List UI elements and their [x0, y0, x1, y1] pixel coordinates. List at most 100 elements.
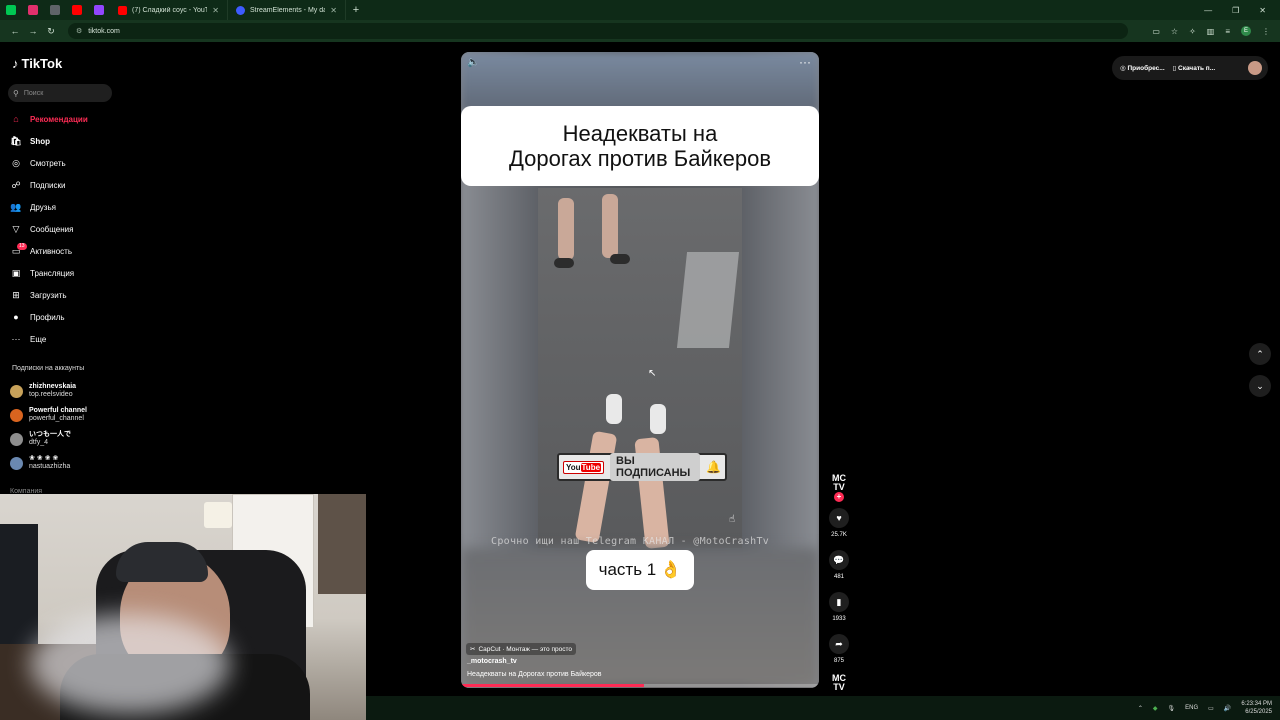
- shoe: [610, 254, 630, 264]
- sidebar-item[interactable]: ··· Еще: [10, 328, 118, 350]
- site-info-icon[interactable]: ⚙: [76, 27, 82, 35]
- capcut-tag[interactable]: ✂ CapCut · Монтаж — это просто: [466, 643, 576, 655]
- pinned-tab[interactable]: [0, 0, 22, 20]
- volume-tray-icon[interactable]: 🔊: [1224, 705, 1231, 712]
- more-options-icon[interactable]: ···: [799, 55, 811, 69]
- close-window-button[interactable]: ✕: [1259, 6, 1266, 15]
- compass-icon: ◎: [12, 157, 20, 168]
- ok-hand-icon: 👌: [660, 560, 682, 579]
- cast-icon[interactable]: ▭: [1152, 27, 1160, 36]
- comment-action[interactable]: 💬 481: [826, 550, 852, 580]
- live-icon: ▣: [11, 267, 21, 278]
- sidebar-item[interactable]: ▣ Трансляция: [10, 262, 118, 284]
- browser-profile-avatar[interactable]: E: [1241, 26, 1251, 36]
- sound-avatar[interactable]: MC TV: [826, 674, 852, 692]
- sidebar-item[interactable]: ▭ 13 Активность: [10, 240, 118, 262]
- wc-smoke: [30, 614, 230, 714]
- downloads-icon[interactable]: ≡: [1225, 27, 1230, 36]
- subscription-item[interactable]: Powerful channel powerful_channel: [10, 403, 118, 427]
- sidebar-item[interactable]: ▽ Сообщения: [10, 218, 118, 240]
- sidebar-item[interactable]: ☍ Подписки: [10, 174, 118, 196]
- sidebar-item-label: Друзья: [30, 202, 56, 212]
- heart-icon[interactable]: ♥: [829, 508, 849, 528]
- video-player[interactable]: Неадекваты на Дорогах против Байкеров Yo…: [461, 52, 819, 688]
- sidebar-item-label: Профиль: [30, 312, 65, 322]
- bookmark-icon[interactable]: ▮: [829, 592, 849, 612]
- subscriptions-title: Подписки на аккаунты: [12, 365, 85, 372]
- clock[interactable]: 6:23:34 PM 6/25/2025: [1241, 700, 1272, 716]
- subscription-item[interactable]: ❀ ❀ ❀ ❀ nastuazhizha: [10, 451, 118, 475]
- tiktok-sidebar: ♪ TikTok ⚲ Поиск ⌂ Рекомендации 🛍 Shop ◎ Смот…: [0, 44, 120, 504]
- close-icon[interactable]: ✕: [212, 6, 219, 15]
- video-progress-bar[interactable]: [461, 684, 819, 687]
- streamelements-icon: [236, 5, 245, 15]
- share-icon[interactable]: ➦: [829, 634, 849, 654]
- pinned-tab[interactable]: [88, 0, 110, 20]
- sidebar-item[interactable]: 👥 Друзья: [10, 196, 118, 218]
- share-action[interactable]: ➦ 875: [826, 634, 852, 664]
- tray-chevron-icon[interactable]: ⌃: [1138, 705, 1143, 712]
- back-icon[interactable]: ←: [6, 26, 24, 36]
- webcam-overlay: [0, 494, 366, 720]
- previous-video-button[interactable]: ⌃: [1249, 343, 1271, 365]
- subscriptions-list: zhizhnevskaia top.reelsvideo Powerful chan…: [10, 379, 118, 475]
- like-action[interactable]: ♥ 25.7K: [826, 508, 852, 538]
- clock-time: 6:23:34 PM: [1241, 701, 1272, 707]
- comment-icon[interactable]: 💬: [829, 550, 849, 570]
- url-text: tiktok.com: [88, 27, 120, 35]
- user-avatar[interactable]: [1248, 61, 1262, 75]
- extensions-icon[interactable]: ✧: [1189, 27, 1196, 36]
- sidebar-item[interactable]: 🛍 Shop: [10, 130, 118, 152]
- sidebar-item-label: Смотреть: [30, 158, 66, 168]
- hand-cursor-icon: ☝: [729, 514, 736, 525]
- messages-icon: ▽: [12, 223, 20, 234]
- avatar: [10, 432, 23, 446]
- save-action[interactable]: ▮ 1933: [826, 592, 852, 622]
- sidebar-nav: ⌂ Рекомендации 🛍 Shop ◎ Смотреть ☍ Подписки 👥 Дру…: [10, 108, 118, 350]
- forward-icon[interactable]: →: [24, 26, 42, 36]
- subscription-name: ❀ ❀ ❀ ❀: [29, 455, 59, 462]
- network-icon[interactable]: ▭: [1208, 705, 1214, 712]
- subscription-handle: dtfy_4: [29, 439, 49, 446]
- avatar: [10, 408, 23, 422]
- pinned-tab[interactable]: [22, 0, 44, 20]
- sidebar-item-label: Сообщения: [30, 224, 74, 234]
- menu-icon[interactable]: ⋮: [1262, 27, 1270, 36]
- bookmark-star-icon[interactable]: ☆: [1171, 27, 1178, 36]
- browser-tab-youtube[interactable]: (7) Сладкий соус - YouTube ✕: [110, 0, 228, 20]
- video-author[interactable]: _motocrash_tv: [467, 658, 517, 665]
- subscription-handle: nastuazhizha: [29, 463, 71, 470]
- microphone-icon[interactable]: 🎙: [1168, 705, 1176, 712]
- get-coins-button[interactable]: ◎ Приобрес...: [1120, 64, 1165, 72]
- pinned-tab[interactable]: [44, 0, 66, 20]
- new-tab-button[interactable]: +: [346, 4, 366, 16]
- sidebar-item[interactable]: ⊞ Загрузить: [10, 284, 118, 306]
- search-input[interactable]: ⚲ Поиск: [8, 84, 112, 102]
- sidebar-icon[interactable]: ▥: [1207, 27, 1215, 36]
- like-count: 25.7K: [831, 532, 847, 538]
- language-indicator[interactable]: ENG: [1185, 705, 1198, 711]
- download-app-button[interactable]: ▯ Скачать п...: [1173, 64, 1216, 72]
- subscription-name: Powerful channel: [29, 407, 87, 414]
- close-icon[interactable]: ✕: [330, 6, 337, 15]
- search-icon: ⚲: [13, 88, 19, 98]
- pinned-tab[interactable]: [66, 0, 88, 20]
- subscription-item[interactable]: zhizhnevskaia top.reelsvideo: [10, 379, 118, 403]
- tray-app-icon[interactable]: ◆: [1153, 705, 1158, 712]
- youtube-icon: [118, 5, 127, 15]
- url-field[interactable]: ⚙ tiktok.com: [68, 23, 1128, 39]
- minimize-button[interactable]: —: [1204, 6, 1212, 15]
- sidebar-item[interactable]: ● Профиль: [10, 306, 118, 328]
- next-video-button[interactable]: ⌄: [1249, 375, 1271, 397]
- sidebar-item[interactable]: ◎ Смотреть: [10, 152, 118, 174]
- tiktok-logo[interactable]: ♪ TikTok: [12, 56, 62, 71]
- youtube-logo: YouTube: [563, 460, 605, 474]
- follow-plus-icon[interactable]: +: [834, 492, 844, 502]
- restore-button[interactable]: ❐: [1232, 6, 1239, 15]
- sidebar-item[interactable]: ⌂ Рекомендации: [10, 108, 118, 130]
- volume-icon[interactable]: 🔈: [467, 57, 479, 68]
- reload-icon[interactable]: ↻: [42, 26, 60, 37]
- browser-tab-streamelements[interactable]: StreamElements - My dashboard ✕: [228, 0, 346, 20]
- subscription-item[interactable]: いつも一人で dtfy_4: [10, 427, 118, 451]
- creator-avatar[interactable]: MC TV +: [826, 474, 852, 502]
